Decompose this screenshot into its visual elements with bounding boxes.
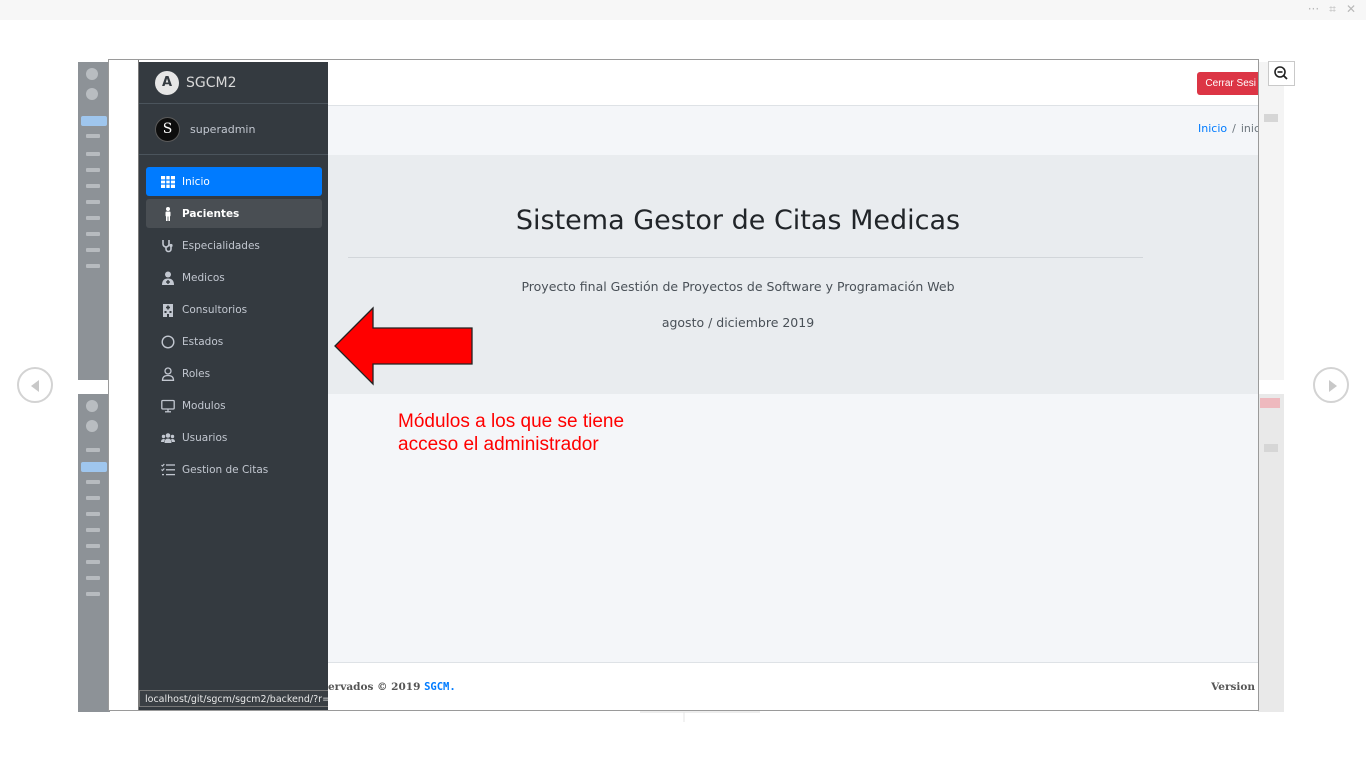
sidebar-item-inicio[interactable]: Inicio	[146, 167, 322, 196]
sidebar-item-label: Inicio	[182, 175, 210, 188]
viewer-controls: ··· ⌗ ✕	[1308, 2, 1356, 17]
user-panel[interactable]: S superadmin	[139, 104, 328, 155]
sidebar: A SGCM2 S superadmin Inicio Pacientes Es	[139, 62, 375, 710]
brand-logo: A	[155, 70, 179, 95]
viewer-top-bar: ··· ⌗ ✕	[0, 0, 1366, 20]
project-subtitle: Proyecto final Gestión de Proyectos de S…	[521, 279, 955, 294]
sidebar-item-gestion-de-citas[interactable]: Gestion de Citas	[146, 455, 322, 484]
annotation-line-1: Módulos a los que se tiene	[398, 411, 625, 432]
app-window: A SGCM2 S superadmin Inicio Pacientes Es	[138, 60, 1259, 710]
next-arrow-button[interactable]	[1313, 367, 1349, 403]
sidebar-item-label: Medicos	[182, 271, 225, 284]
content-header: Inicio / inic	[328, 106, 1259, 154]
circle-icon	[160, 334, 176, 349]
users-icon	[160, 431, 176, 445]
sidebar-item-label: Estados	[182, 335, 224, 348]
close-icon[interactable]: ✕	[1346, 2, 1356, 17]
bottom-divider-marks	[640, 711, 760, 722]
previous-slide-thumbnail[interactable]	[78, 62, 110, 380]
more-icon[interactable]: ···	[1308, 2, 1319, 17]
sidebar-item-label: Roles	[182, 367, 211, 380]
user-name: superadmin	[190, 122, 256, 136]
tasks-icon	[160, 463, 176, 477]
footer-brand-link[interactable]: SGCM.	[424, 681, 456, 693]
sidebar-item-label: Gestion de Citas	[182, 463, 269, 476]
footer-version: Version 2	[1211, 681, 1258, 693]
footer-copyright: ervados © 2019 SGCM.	[328, 681, 456, 693]
fullscreen-icon[interactable]: ⌗	[1329, 2, 1336, 17]
right-thumbnail-bottom	[1258, 394, 1284, 712]
top-navbar: Cerrar Sesi	[328, 60, 1258, 106]
zoom-out-button[interactable]	[1268, 61, 1295, 86]
sidebar-item-label: Modulos	[182, 399, 226, 412]
breadcrumb-separator: /	[1232, 122, 1236, 135]
screenshot-frame: A SGCM2 S superadmin Inicio Pacientes Es	[108, 59, 1259, 711]
annotation-arrow	[334, 306, 473, 386]
brand-text: SGCM2	[186, 74, 237, 91]
doctor-icon	[160, 271, 176, 285]
sidebar-item-especialidades[interactable]: Especialidades	[146, 231, 322, 260]
stethoscope-icon	[160, 239, 176, 253]
logout-button[interactable]: Cerrar Sesi	[1197, 72, 1258, 95]
sidebar-item-pacientes[interactable]: Pacientes	[146, 199, 322, 228]
annotation-line-2: acceso el administrador	[398, 434, 599, 455]
sidebar-item-modulos[interactable]: Modulos	[146, 391, 322, 420]
annotation-text: Módulos a los que se tiene acceso el adm…	[398, 410, 624, 456]
sidebar-item-label: Consultorios	[182, 303, 248, 316]
zoom-out-icon	[1274, 66, 1288, 80]
sidebar-menu: Inicio Pacientes Especialidades Medicos …	[139, 155, 328, 484]
jumbotron-divider	[348, 257, 1143, 258]
sidebar-item-label: Especialidades	[182, 239, 260, 252]
hospital-icon	[160, 303, 176, 317]
sidebar-item-label: Usuarios	[182, 431, 228, 444]
monitor-icon	[160, 399, 176, 413]
avatar: S	[155, 116, 180, 142]
user-outline-icon	[160, 366, 176, 381]
breadcrumb-home-link[interactable]: Inicio	[1198, 122, 1227, 135]
right-thumbnail-top	[1258, 62, 1284, 380]
sidebar-item-roles[interactable]: Roles	[146, 359, 322, 388]
next-slide-thumbnail[interactable]	[78, 394, 110, 712]
grid-icon	[160, 175, 176, 189]
sidebar-item-label: Pacientes	[182, 207, 240, 220]
sidebar-item-estados[interactable]: Estados	[146, 327, 322, 356]
breadcrumb: Inicio / inic	[1198, 122, 1259, 135]
footer: ervados © 2019 SGCM. Version 2	[328, 662, 1258, 710]
sidebar-item-usuarios[interactable]: Usuarios	[146, 423, 322, 452]
person-icon	[160, 206, 176, 221]
brand-link[interactable]: A SGCM2	[139, 62, 328, 104]
breadcrumb-current: inic	[1240, 122, 1259, 135]
page-title: Sistema Gestor de Citas Medicas	[515, 205, 961, 236]
previous-arrow-button[interactable]	[17, 367, 53, 403]
sidebar-item-medicos[interactable]: Medicos	[146, 263, 322, 292]
sidebar-item-consultorios[interactable]: Consultorios	[146, 295, 322, 324]
